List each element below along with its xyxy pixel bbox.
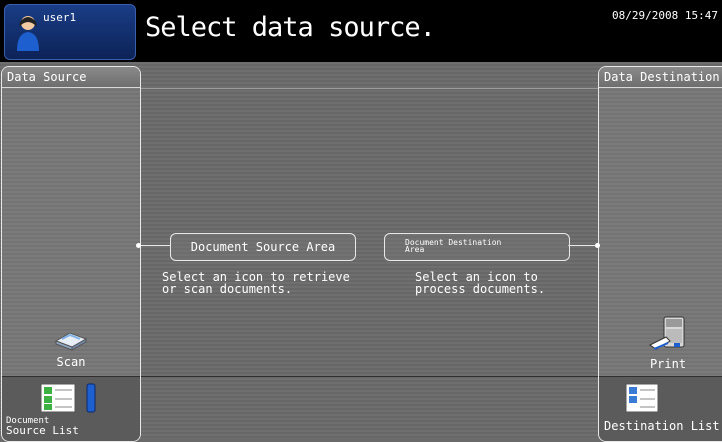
scanner-icon bbox=[54, 332, 88, 351]
user-name: user1 bbox=[43, 11, 77, 24]
source-connector bbox=[139, 245, 171, 246]
document-source-area-desc: Select an icon to retrieve or scan docum… bbox=[162, 271, 350, 295]
destination-list-label: Destination List bbox=[604, 419, 720, 433]
document-list-icon bbox=[40, 383, 96, 413]
data-destination-panel: Data Destination Print Destination List bbox=[598, 66, 722, 442]
page-title: Select data source. bbox=[145, 12, 436, 43]
source-desc-line-2: or scan documents. bbox=[162, 282, 293, 296]
panel-bottom: Document Source List bbox=[2, 376, 140, 441]
document-destination-area-desc: Select an icon to process documents. bbox=[415, 271, 545, 295]
document-source-area-label: Document Source Area bbox=[190, 240, 336, 254]
data-destination-header: Data Destination bbox=[599, 67, 722, 88]
destination-connector bbox=[568, 245, 598, 246]
header-bar: user1 Select data source. 08/29/2008 15:… bbox=[0, 0, 722, 62]
data-source-header: Data Source bbox=[2, 67, 140, 88]
user-icon bbox=[17, 16, 39, 51]
user-box[interactable]: user1 bbox=[4, 4, 136, 60]
printer-icon bbox=[649, 316, 685, 350]
document-destination-area[interactable]: Document Destination Area bbox=[384, 233, 570, 261]
divider bbox=[140, 376, 600, 377]
destination-list-button[interactable]: Destination List bbox=[599, 383, 722, 439]
panel-bottom: Destination List bbox=[599, 376, 722, 441]
destination-connector-dot bbox=[595, 243, 600, 248]
date-time: 08/29/2008 15:47 bbox=[612, 9, 718, 22]
document-source-area[interactable]: Document Source Area bbox=[170, 233, 356, 261]
document-destination-area-label-2: Area bbox=[405, 245, 425, 254]
source-connector-dot bbox=[136, 243, 141, 248]
print-button[interactable]: Print bbox=[633, 315, 703, 375]
data-source-panel: Data Source Scan Document Source List bbox=[1, 66, 141, 442]
main-area: Data Source Scan Document Source List Da… bbox=[0, 62, 722, 442]
document-source-list-label-2: Source List bbox=[6, 424, 79, 437]
divider bbox=[140, 88, 600, 89]
document-source-list-button[interactable]: Document Source List bbox=[6, 383, 116, 439]
scan-button[interactable]: Scan bbox=[36, 329, 106, 375]
dest-desc-line-2: process documents. bbox=[415, 282, 546, 296]
scan-label: Scan bbox=[56, 355, 86, 369]
destination-list-icon bbox=[625, 383, 659, 413]
print-label: Print bbox=[649, 357, 687, 371]
